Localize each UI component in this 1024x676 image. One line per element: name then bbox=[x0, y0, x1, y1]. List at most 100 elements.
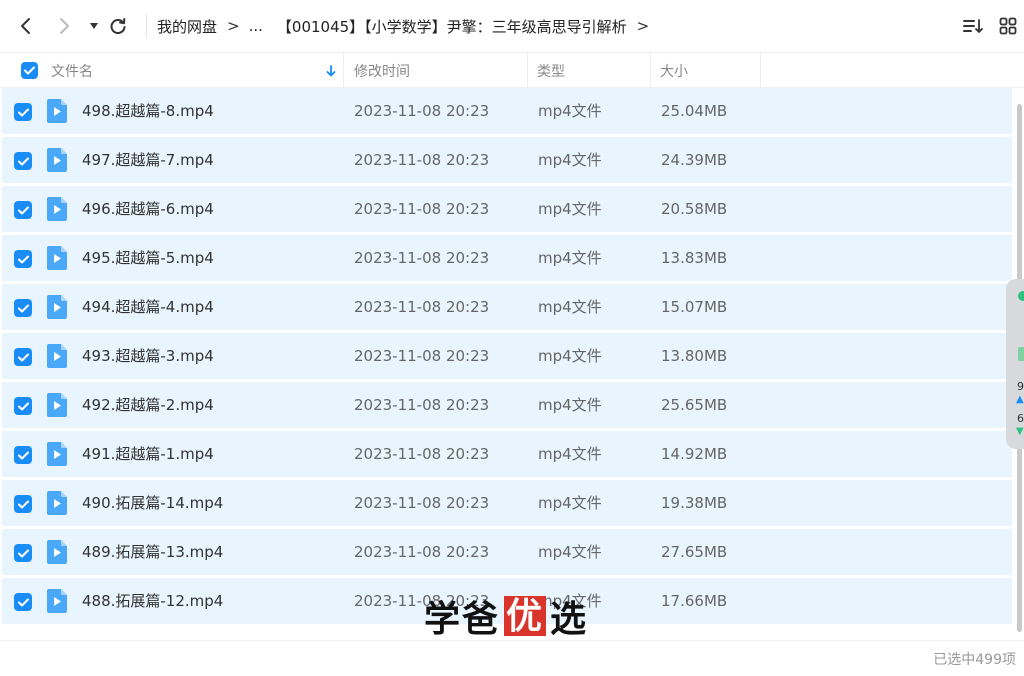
file-modified-time: 2023-11-08 20:23 bbox=[354, 200, 490, 218]
row-checkbox[interactable] bbox=[14, 103, 32, 121]
file-list-header: 文件名 修改时间 类型 大小 bbox=[0, 52, 1024, 88]
checkmark-icon bbox=[17, 108, 29, 116]
file-modified-time: 2023-11-08 20:23 bbox=[354, 494, 490, 512]
column-divider[interactable] bbox=[650, 53, 651, 88]
file-name[interactable]: 498.超越篇-8.mp4 bbox=[82, 88, 214, 135]
file-name[interactable]: 497.超越篇-7.mp4 bbox=[82, 137, 214, 184]
file-size: 27.65MB bbox=[661, 543, 728, 561]
checkmark-icon bbox=[17, 549, 29, 557]
select-all-checkbox[interactable] bbox=[21, 62, 38, 79]
column-divider[interactable] bbox=[527, 53, 528, 88]
file-row[interactable]: 497.超越篇-7.mp4 2023-11-08 20:23 mp4文件 24.39M… bbox=[2, 137, 1012, 184]
video-file-icon bbox=[47, 99, 67, 123]
widget-upload-count: 9 bbox=[1017, 380, 1024, 393]
row-checkbox[interactable] bbox=[14, 446, 32, 464]
file-size: 15.07MB bbox=[661, 298, 728, 316]
row-checkbox[interactable] bbox=[14, 299, 32, 317]
column-header-size[interactable]: 大小 bbox=[660, 53, 688, 88]
video-file-icon bbox=[47, 393, 67, 417]
breadcrumb-separator: > bbox=[227, 17, 240, 35]
file-name[interactable]: 493.超越篇-3.mp4 bbox=[82, 333, 214, 380]
file-name[interactable]: 496.超越篇-6.mp4 bbox=[82, 186, 214, 233]
file-size: 14.92MB bbox=[661, 445, 728, 463]
row-checkbox[interactable] bbox=[14, 201, 32, 219]
row-checkbox[interactable] bbox=[14, 152, 32, 170]
row-checkbox[interactable] bbox=[14, 348, 32, 366]
download-arrow-icon: ▼ bbox=[1016, 426, 1024, 437]
file-type: mp4文件 bbox=[538, 494, 602, 512]
file-row[interactable]: 494.超越篇-4.mp4 2023-11-08 20:23 mp4文件 15.07M… bbox=[2, 284, 1012, 331]
column-header-modified[interactable]: 修改时间 bbox=[354, 53, 410, 88]
checkmark-icon bbox=[17, 451, 29, 459]
status-bar: 已选中499项 bbox=[0, 640, 1024, 676]
video-file-icon bbox=[47, 491, 67, 515]
column-divider[interactable] bbox=[343, 53, 344, 88]
status-dot-icon bbox=[1018, 291, 1024, 301]
arrow-down-icon bbox=[326, 64, 336, 76]
row-checkbox[interactable] bbox=[14, 495, 32, 513]
video-file-icon bbox=[47, 148, 67, 172]
file-modified-time: 2023-11-08 20:23 bbox=[354, 102, 490, 120]
file-row[interactable]: 495.超越篇-5.mp4 2023-11-08 20:23 mp4文件 13.83M… bbox=[2, 235, 1012, 282]
row-checkbox[interactable] bbox=[14, 544, 32, 562]
file-type: mp4文件 bbox=[538, 102, 602, 120]
chevron-right-icon bbox=[60, 18, 69, 34]
file-modified-time: 2023-11-08 20:23 bbox=[354, 298, 490, 316]
watermark-text-2: 优 bbox=[504, 595, 547, 637]
file-row[interactable]: 492.超越篇-2.mp4 2023-11-08 20:23 mp4文件 25.65M… bbox=[2, 382, 1012, 429]
video-file-icon bbox=[47, 246, 67, 270]
file-size: 25.04MB bbox=[661, 102, 728, 120]
file-name[interactable]: 488.拓展篇-12.mp4 bbox=[82, 578, 223, 625]
file-type: mp4文件 bbox=[538, 151, 602, 169]
checkmark-icon bbox=[17, 353, 29, 361]
file-size: 20.58MB bbox=[661, 200, 728, 218]
checkmark-icon bbox=[17, 206, 29, 214]
breadcrumb-root[interactable]: 我的网盘 bbox=[157, 16, 217, 37]
sort-icon bbox=[963, 19, 983, 33]
file-row[interactable]: 498.超越篇-8.mp4 2023-11-08 20:23 mp4文件 25.04M… bbox=[2, 88, 1012, 135]
breadcrumb-current-folder[interactable]: 【001045】【小学数学】尹擎：三年级高思导引解析 bbox=[277, 16, 627, 37]
file-name[interactable]: 489.拓展篇-13.mp4 bbox=[82, 529, 223, 576]
column-header-type[interactable]: 类型 bbox=[537, 53, 565, 88]
file-name[interactable]: 492.超越篇-2.mp4 bbox=[82, 382, 214, 429]
file-size: 13.80MB bbox=[661, 347, 728, 365]
row-checkbox[interactable] bbox=[14, 250, 32, 268]
back-button[interactable] bbox=[12, 12, 40, 40]
refresh-icon bbox=[110, 18, 126, 34]
forward-button[interactable] bbox=[50, 12, 78, 40]
file-name[interactable]: 495.超越篇-5.mp4 bbox=[82, 235, 214, 282]
file-row[interactable]: 493.超越篇-3.mp4 2023-11-08 20:23 mp4文件 13.80M… bbox=[2, 333, 1012, 380]
file-size: 17.66MB bbox=[661, 592, 728, 610]
breadcrumb-ellipsis[interactable]: ... bbox=[249, 17, 263, 35]
file-row[interactable]: 491.超越篇-1.mp4 2023-11-08 20:23 mp4文件 14.92M… bbox=[2, 431, 1012, 478]
column-header-name[interactable]: 文件名 bbox=[51, 53, 93, 88]
file-name[interactable]: 491.超越篇-1.mp4 bbox=[82, 431, 214, 478]
grid-icon bbox=[999, 17, 1017, 35]
file-row[interactable]: 489.拓展篇-13.mp4 2023-11-08 20:23 mp4文件 27.65… bbox=[2, 529, 1012, 576]
grid-view-button[interactable] bbox=[996, 14, 1020, 38]
file-size: 24.39MB bbox=[661, 151, 728, 169]
file-modified-time: 2023-11-08 20:23 bbox=[354, 445, 490, 463]
row-checkbox[interactable] bbox=[14, 593, 32, 611]
file-type: mp4文件 bbox=[538, 445, 602, 463]
refresh-button[interactable] bbox=[104, 12, 132, 40]
widget-download-count: 6 bbox=[1017, 412, 1024, 425]
checkmark-icon bbox=[17, 304, 29, 312]
file-type: mp4文件 bbox=[538, 200, 602, 218]
file-row[interactable]: 490.拓展篇-14.mp4 2023-11-08 20:23 mp4文件 19.38… bbox=[2, 480, 1012, 527]
caret-down-icon bbox=[90, 23, 98, 29]
file-row[interactable]: 496.超越篇-6.mp4 2023-11-08 20:23 mp4文件 20.58M… bbox=[2, 186, 1012, 233]
sort-indicator[interactable] bbox=[326, 53, 336, 88]
file-size: 13.83MB bbox=[661, 249, 728, 267]
sort-button[interactable] bbox=[961, 14, 985, 38]
column-divider[interactable] bbox=[760, 53, 761, 88]
file-type: mp4文件 bbox=[538, 543, 602, 561]
file-name[interactable]: 494.超越篇-4.mp4 bbox=[82, 284, 214, 331]
video-file-icon bbox=[47, 442, 67, 466]
file-size: 25.65MB bbox=[661, 396, 728, 414]
checkmark-icon bbox=[17, 255, 29, 263]
file-name[interactable]: 490.拓展篇-14.mp4 bbox=[82, 480, 223, 527]
row-checkbox[interactable] bbox=[14, 397, 32, 415]
floating-side-widget[interactable]: 9 ▲ 6 ▼ bbox=[1006, 279, 1024, 449]
breadcrumb-expand-chevron[interactable]: > bbox=[637, 17, 650, 35]
